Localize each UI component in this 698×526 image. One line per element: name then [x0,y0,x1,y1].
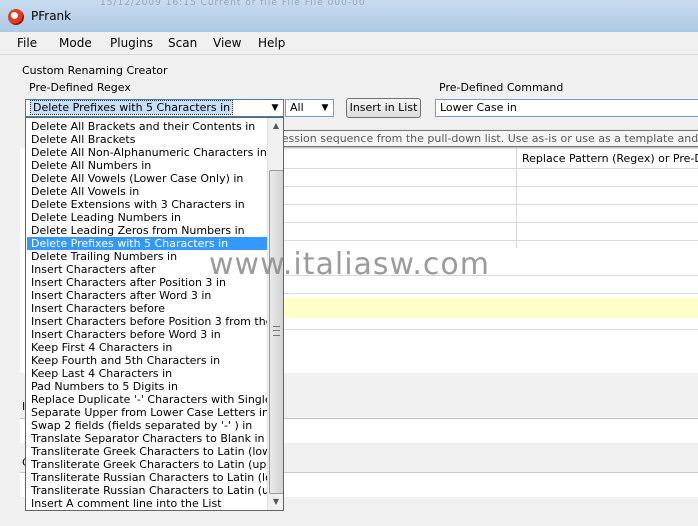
predefined-command-label: Pre-Defined Command [439,81,564,94]
dropdown-option[interactable]: Transliterate Greek Characters to Latin … [27,445,283,458]
dropdown-option[interactable]: Keep Fourth and 5th Characters in [27,354,267,367]
dropdown-option[interactable]: Delete All Brackets and their Contents i… [27,120,267,133]
app-icon [8,9,24,25]
section-title: Custom Renaming Creator [22,64,168,77]
dropdown-option[interactable]: Delete All Non-Alphanumeric Characters i… [27,146,267,159]
dropdown-option[interactable]: Translate Separator Characters to Blank … [27,432,267,445]
dropdown-option[interactable]: Separate Upper from Lower Case Letters i… [27,406,269,419]
dropdown-option[interactable]: Delete All Brackets [27,133,267,146]
predefined-regex-dropdown[interactable]: Delete All Brackets and their Contents i… [25,117,284,511]
menu-view[interactable]: View [213,36,241,50]
chevron-down-icon[interactable]: ▼ [319,100,331,116]
grid-divider [516,148,517,248]
dropdown-option[interactable]: Insert Characters before [27,302,267,315]
dropdown-option[interactable]: Transliterate Greek Characters to Latin … [27,458,283,471]
dropdown-option[interactable]: Insert Characters before Word 3 in [27,328,267,341]
predefined-regex-select[interactable]: Delete Prefixes with 5 Characters in ▼ [25,99,284,117]
dropdown-option[interactable]: Transliterate Russian Characters to Lati… [27,471,283,484]
menu-help[interactable]: Help [258,36,285,50]
scroll-thumb[interactable] [269,170,283,494]
scroll-down-icon[interactable]: ▼ [268,494,283,510]
grid-row-line [284,186,698,187]
grip-icon [273,326,280,336]
dropdown-option[interactable]: Delete All Numbers in [27,159,267,172]
title-bar-background-text: 15/12/2009 16:15 Current or file File Fi… [100,0,366,8]
dropdown-option[interactable]: Delete All Vowels in [27,185,267,198]
predefined-command-select[interactable]: Lower Case in [435,99,698,117]
grid-row-line [284,222,698,223]
dropdown-option[interactable]: Insert Characters before Position 3 from… [27,315,283,328]
dropdown-option[interactable]: Transliterate Russian Characters to Lati… [27,484,283,497]
dropdown-option[interactable]: Insert Characters after Word 3 in [27,289,267,302]
chevron-down-icon[interactable]: ▼ [269,100,281,116]
predefined-regex-label: Pre-Defined Regex [29,81,131,94]
dropdown-option[interactable]: Replace Duplicate '-' Characters with Si… [27,393,283,406]
dropdown-option[interactable]: Swap 2 fields (fields separated by '-' )… [27,419,267,432]
menu-mode[interactable]: Mode [59,36,92,50]
menu-bar: File Mode Plugins Scan View Help [0,32,698,55]
menu-scan[interactable]: Scan [168,36,197,50]
dropdown-option[interactable]: Delete Extensions with 3 Characters in [27,198,267,211]
title-bar: 15/12/2009 16:15 Current or file File Fi… [0,0,698,32]
window-title: PFrank [31,9,72,23]
dropdown-option[interactable]: Insert A comment line into the List [27,497,267,510]
predefined-command-value: Lower Case in [440,101,517,114]
dropdown-option[interactable]: Delete All Vowels (Lower Case Only) in [27,172,267,185]
watermark: www.italiasw.com [209,247,490,282]
scope-select[interactable]: All ▼ [285,99,334,117]
menu-plugins[interactable]: Plugins [110,36,153,50]
grid-row-line [284,240,698,241]
grid-row-line [284,168,698,169]
dropdown-scrollbar[interactable]: ▲ ▼ [267,118,283,510]
grid-row-line [284,329,698,330]
column-header-replace: Replace Pattern (Regex) or Pre-De [522,152,698,165]
dropdown-option[interactable]: Pad Numbers to 5 Digits in [27,380,267,393]
grid-row-line [284,204,698,205]
predefined-regex-value: Delete Prefixes with 5 Characters in [30,100,234,115]
scroll-up-icon[interactable]: ▲ [268,118,283,134]
dropdown-option[interactable]: Keep Last 4 Characters in [27,367,267,380]
highlighted-row[interactable] [284,298,698,318]
dropdown-option[interactable]: Keep First 4 Characters in [27,341,267,354]
dropdown-option[interactable]: Delete Leading Zeros from Numbers in [27,224,267,237]
insert-in-list-button[interactable]: Insert in List [346,98,421,118]
scope-value: All [290,101,304,114]
grid-row-line [284,293,698,294]
menu-file[interactable]: File [17,36,37,50]
dropdown-option[interactable]: Delete Leading Numbers in [27,211,267,224]
